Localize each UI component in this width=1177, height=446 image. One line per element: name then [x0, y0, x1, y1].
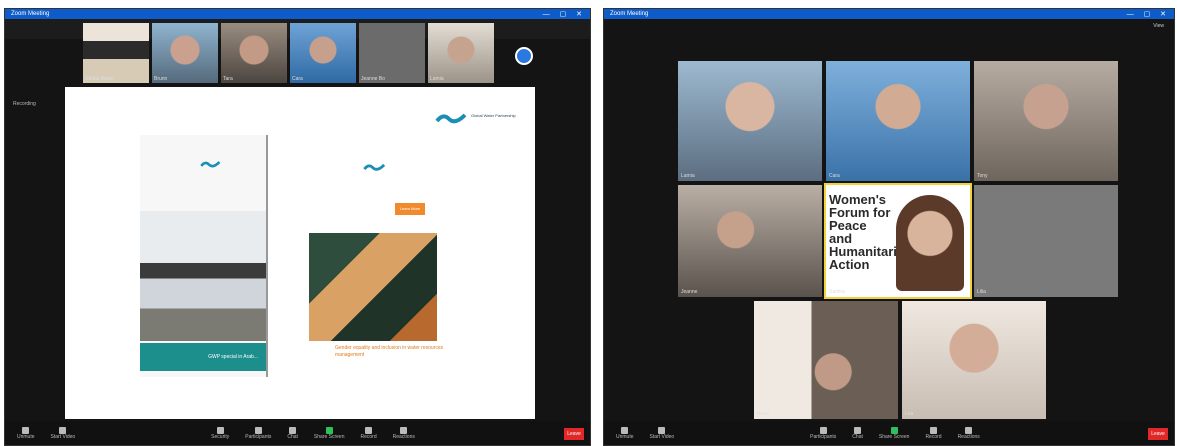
- video-icon: [59, 426, 67, 434]
- toolbar-share-screen[interactable]: Share Screen: [314, 426, 345, 440]
- document-card: GWP special in Arab...: [140, 135, 268, 377]
- toolbar-share-screen[interactable]: Share Screen: [879, 426, 909, 440]
- gwp-logo-icon: [435, 111, 475, 125]
- video-tile[interactable]: Lea: [902, 301, 1046, 419]
- smile-icon: [400, 426, 408, 434]
- toolbar-participants[interactable]: Participants: [245, 426, 271, 440]
- video-tile[interactable]: Lamia: [678, 61, 822, 181]
- video-tile-active-speaker[interactable]: Women's Forum for Peace and Humanitarian…: [824, 183, 972, 299]
- video-tile[interactable]: Lilia: [974, 185, 1118, 297]
- chat-icon: [289, 426, 297, 434]
- window-title: Zoom Meeting: [610, 11, 649, 17]
- smile-icon: [965, 426, 973, 434]
- record-icon: [365, 426, 373, 434]
- mic-icon: [621, 426, 629, 434]
- meeting-toolbar: Unmute Start Video Security Participants…: [5, 421, 590, 445]
- participant-thumbnail[interactable]: Jeanne Bo: [359, 23, 425, 83]
- toolbar-chat[interactable]: Chat: [287, 426, 298, 440]
- people-icon: [819, 426, 827, 434]
- video-bubble-icon[interactable]: [515, 47, 533, 65]
- learn-more-button[interactable]: Learn More: [395, 203, 425, 215]
- zoom-window-screen-share: Zoom Meeting — ▢ ✕ Global Water Brunn Ta…: [4, 8, 591, 446]
- toolbar-start-video[interactable]: Start Video: [650, 426, 674, 440]
- participant-thumbnail[interactable]: Lamia: [428, 23, 494, 83]
- leave-button[interactable]: Leave: [564, 428, 584, 440]
- chat-icon: [854, 426, 862, 434]
- toolbar-chat[interactable]: Chat: [852, 426, 863, 440]
- share-icon: [890, 426, 898, 434]
- participant-thumbnail[interactable]: Tara: [221, 23, 287, 83]
- zoom-window-gallery: Zoom Meeting — ▢ ✕ View Lamia Cara Tony …: [603, 8, 1175, 446]
- mic-icon: [22, 426, 30, 434]
- window-controls[interactable]: — ▢ ✕: [1127, 10, 1170, 20]
- window-title: Zoom Meeting: [11, 11, 50, 17]
- participant-thumbnail[interactable]: Global Water: [83, 23, 149, 83]
- card-caption: GWP special in Arab...: [140, 343, 266, 371]
- title-bar: Zoom Meeting — ▢ ✕: [604, 9, 1174, 19]
- gender-equality-text: Gender equality and inclusion in water r…: [335, 345, 444, 358]
- toolbar-participants[interactable]: Participants: [810, 426, 836, 440]
- participant-thumbnails: Global Water Brunn Tara Cara Jeanne Bo L…: [83, 23, 494, 83]
- video-tile[interactable]: Tony: [974, 61, 1118, 181]
- participant-thumbnail[interactable]: Brunn: [152, 23, 218, 83]
- toolbar-record[interactable]: Record: [925, 426, 942, 440]
- forum-banner-text: Women's Forum for Peace and Humanitarian…: [829, 192, 913, 272]
- video-tile[interactable]: Cara: [826, 61, 970, 181]
- leave-button[interactable]: Leave: [1148, 428, 1168, 440]
- shield-icon: [216, 426, 224, 434]
- toolbar-unmute[interactable]: Unmute: [616, 426, 634, 440]
- toolbar-reactions[interactable]: Reactions: [958, 426, 980, 440]
- record-icon: [930, 426, 937, 434]
- video-tile[interactable]: Rana: [754, 301, 898, 419]
- toolbar-reactions[interactable]: Reactions: [393, 426, 415, 440]
- people-icon: [254, 426, 262, 434]
- video-tile[interactable]: Jeanne: [678, 185, 822, 297]
- gwp-logo-icon: [200, 159, 240, 173]
- shared-screen: Global Water Partnership GWP special in …: [65, 87, 535, 419]
- toolbar-security[interactable]: Security: [211, 426, 229, 440]
- title-bar: Zoom Meeting — ▢ ✕: [5, 9, 590, 19]
- view-button[interactable]: View: [1153, 23, 1164, 29]
- video-icon: [658, 426, 666, 434]
- gwp-logo-icon: [363, 161, 403, 175]
- toolbar-start-video[interactable]: Start Video: [51, 426, 75, 440]
- forest-illustration: [309, 233, 437, 341]
- toolbar-unmute[interactable]: Unmute: [17, 426, 35, 440]
- meeting-toolbar: Unmute Start Video Participants Chat Sha…: [604, 421, 1174, 445]
- org-name: Global Water Partnership: [471, 113, 516, 118]
- lake-photo: [140, 211, 266, 341]
- speaker-face: [896, 195, 964, 291]
- participant-thumbnail[interactable]: Cara: [290, 23, 356, 83]
- recording-indicator: Recording: [13, 101, 36, 107]
- toolbar-record[interactable]: Record: [361, 426, 377, 440]
- share-icon: [325, 426, 333, 434]
